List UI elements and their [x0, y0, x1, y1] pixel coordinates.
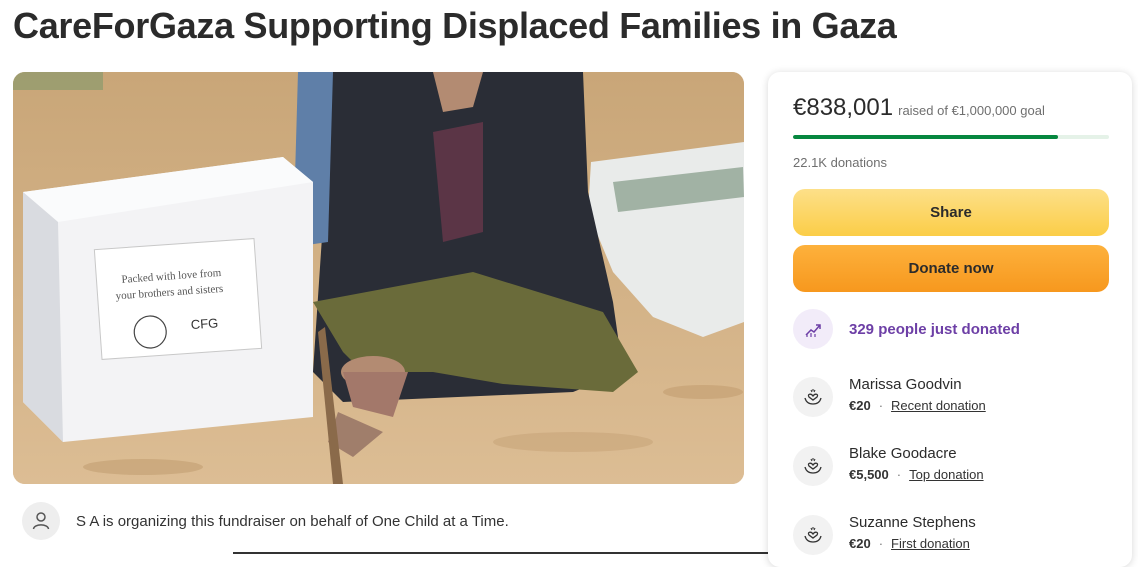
progress-bar — [793, 135, 1109, 139]
heart-hands-icon — [793, 515, 833, 555]
first-donation-link[interactable]: First donation — [891, 536, 970, 551]
box-logo-text: CFG — [190, 315, 218, 332]
donate-now-button[interactable]: Donate now — [793, 245, 1109, 292]
donor-item: Blake Goodacre €5,500 · Top donation — [793, 444, 984, 486]
donation-count: 22.1K donations — [793, 155, 887, 170]
separator-dot: · — [896, 467, 902, 482]
progress-fill — [793, 135, 1058, 139]
heart-hands-icon — [793, 446, 833, 486]
divider — [233, 552, 773, 554]
donor-name: Suzanne Stephens — [849, 514, 976, 531]
organizer-row: S A is organizing this fundraiser on beh… — [22, 502, 509, 540]
donor-name: Marissa Goodvin — [849, 376, 962, 393]
separator-dot: · — [878, 536, 884, 551]
donor-amount: €5,500 — [849, 467, 889, 482]
user-icon[interactable] — [22, 502, 60, 540]
organizer-text: S A is organizing this fundraiser on beh… — [76, 512, 509, 530]
heart-hands-icon — [793, 377, 833, 417]
donor-amount: €20 — [849, 398, 871, 413]
fundraiser-cover-image: Packed with love from your brothers and … — [13, 72, 744, 484]
donor-item: Marissa Goodvin €20 · Recent donation — [793, 375, 986, 417]
page-title: CareForGaza Supporting Displaced Familie… — [13, 5, 897, 46]
donor-item: Suzanne Stephens €20 · First donation — [793, 513, 976, 555]
donation-sidebar-card: €838,001 raised of €1,000,000 goal 22.1K… — [768, 72, 1132, 567]
top-donation-link[interactable]: Top donation — [909, 467, 983, 482]
momentum-text: 329 people just donated — [849, 320, 1020, 338]
donor-name: Blake Goodacre — [849, 445, 957, 462]
recent-donors-momentum: 329 people just donated — [793, 309, 1020, 349]
recent-donation-link[interactable]: Recent donation — [891, 398, 986, 413]
separator-dot: · — [878, 398, 884, 413]
goal-text: raised of €1,000,000 goal — [898, 103, 1045, 118]
raised-summary: €838,001 raised of €1,000,000 goal — [793, 94, 1045, 122]
donor-amount: €20 — [849, 536, 871, 551]
trending-up-icon — [793, 309, 833, 349]
raised-amount: €838,001 — [793, 94, 894, 121]
share-button[interactable]: Share — [793, 189, 1109, 236]
